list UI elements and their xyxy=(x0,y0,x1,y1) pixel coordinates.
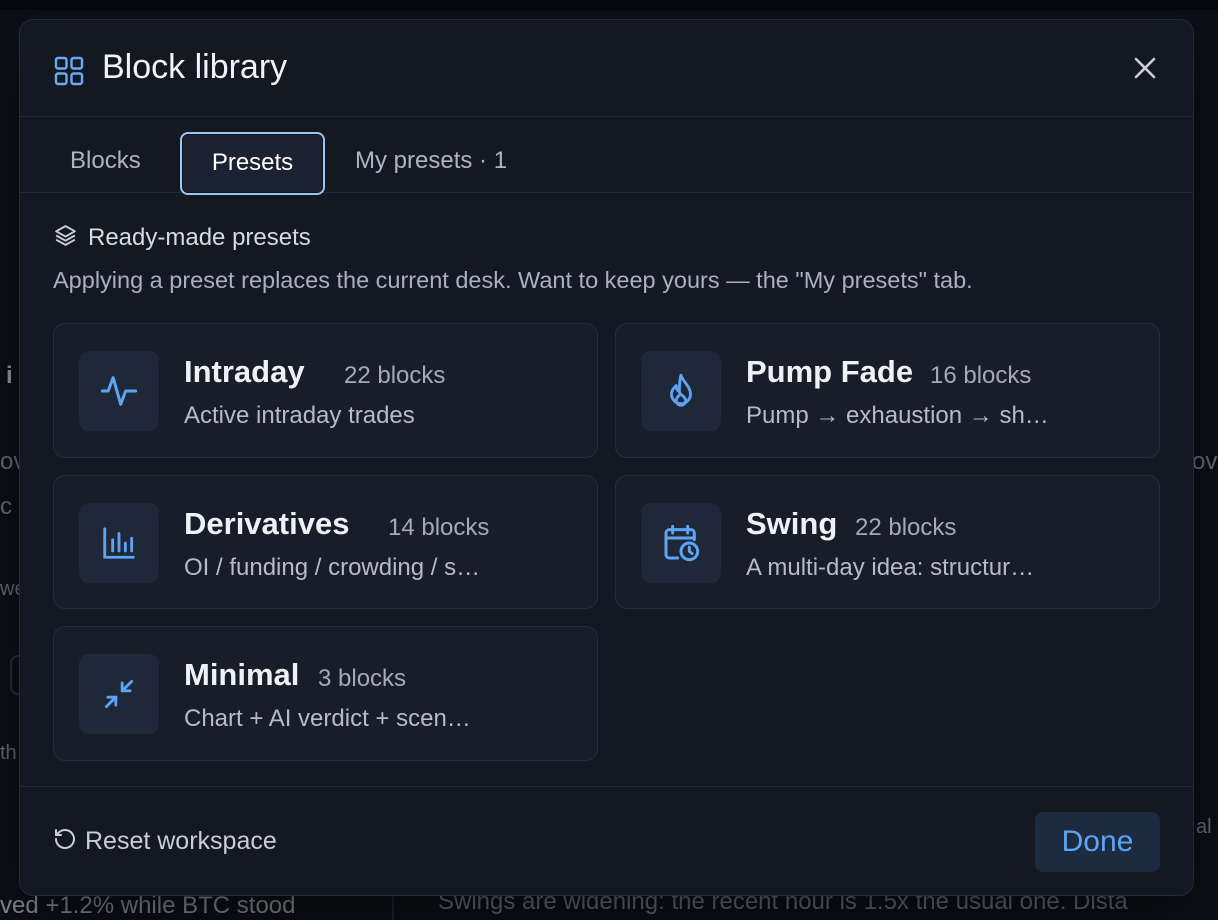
background-topbar xyxy=(0,0,1218,10)
flame-icon xyxy=(641,351,721,431)
section-title: Ready-made presets xyxy=(88,224,311,251)
calendar-clock-icon xyxy=(641,503,721,583)
preset-card-pump-fade[interactable]: Pump Fade 16 blocks Pump → exhaustion → … xyxy=(615,323,1160,458)
preset-name: Pump Fade xyxy=(746,354,914,389)
preset-description: OI / funding / crowding / s… xyxy=(184,554,481,581)
preset-name: Intraday xyxy=(184,354,305,389)
preset-description: A multi-day idea: structur… xyxy=(746,554,1035,581)
preset-block-count: 14 blocks xyxy=(388,514,490,541)
preset-block-count: 22 blocks xyxy=(344,362,446,389)
tab-bar: Blocks Presets My presets · 1 xyxy=(20,117,1193,195)
preset-block-count: 22 blocks xyxy=(855,514,957,541)
section-header: Ready-made presets xyxy=(53,223,311,253)
preset-block-count: 3 blocks xyxy=(318,665,407,692)
preset-card-minimal[interactable]: Minimal 3 blocks Chart + AI verdict + sc… xyxy=(53,626,598,761)
section-description: Applying a preset replaces the current d… xyxy=(53,267,973,293)
reset-workspace-button[interactable]: Reset workspace xyxy=(53,827,277,856)
preset-name: Derivatives xyxy=(184,506,350,541)
background-fragment: ov xyxy=(1192,448,1218,475)
preset-name: Swing xyxy=(746,506,838,541)
dialog-header: Block library xyxy=(20,20,1193,117)
dialog-title: Block library xyxy=(102,48,288,86)
preset-card-swing[interactable]: Swing 22 blocks A multi-day idea: struct… xyxy=(615,475,1160,609)
background-fragment: c xyxy=(0,493,12,520)
block-library-dialog: Block library Blocks Presets My presets … xyxy=(19,19,1194,896)
close-button[interactable] xyxy=(1128,53,1162,87)
done-button[interactable]: Done xyxy=(1035,812,1160,872)
bar-chart-icon xyxy=(79,503,159,583)
rotate-ccw-icon xyxy=(53,827,77,856)
preset-name: Minimal xyxy=(184,657,300,692)
background-fragment: i xyxy=(6,362,13,389)
grid-icon xyxy=(54,56,84,86)
minimize-icon xyxy=(79,654,159,734)
preset-card-intraday[interactable]: Intraday 22 blocks Active intraday trade… xyxy=(53,323,598,458)
preset-description: Active intraday trades xyxy=(184,402,415,429)
preset-description: Chart + AI verdict + scen… xyxy=(184,705,471,732)
background-fragment: th xyxy=(0,742,17,764)
tab-blocks[interactable]: Blocks xyxy=(48,132,163,194)
reset-workspace-label: Reset workspace xyxy=(85,827,277,855)
activity-icon xyxy=(79,351,159,431)
preset-card-derivatives[interactable]: Derivatives 14 blocks OI / funding / cro… xyxy=(53,475,598,609)
dialog-footer: Reset workspace Done xyxy=(20,786,1193,895)
preset-description: Pump → exhaustion → sh… xyxy=(746,402,1049,429)
tab-my-presets[interactable]: My presets · 1 xyxy=(333,132,529,194)
layers-icon xyxy=(53,223,78,253)
preset-block-count: 16 blocks xyxy=(930,362,1032,389)
background-text: ved +1.2% while BTC stood xyxy=(0,892,296,919)
close-icon xyxy=(1132,55,1158,86)
background-fragment: al xyxy=(1196,816,1212,838)
tab-presets[interactable]: Presets xyxy=(180,132,325,195)
